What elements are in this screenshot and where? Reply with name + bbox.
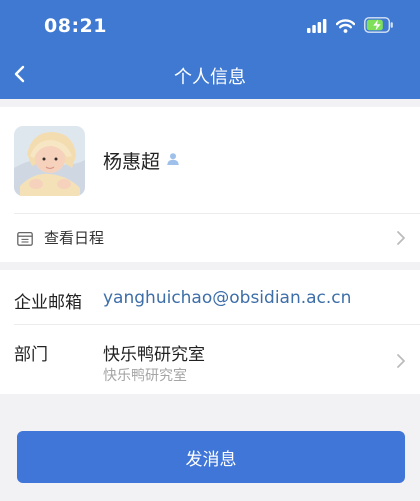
battery-charging-icon: [364, 17, 394, 37]
department-value: 快乐鸭研究室: [103, 345, 205, 365]
status-time: 08:21: [44, 15, 107, 37]
info-card: 企业邮箱 yanghuichao@obsidian.ac.cn 部门 快乐鸭研究…: [0, 270, 420, 394]
email-label: 企业邮箱: [14, 293, 82, 313]
calendar-icon: [17, 231, 33, 250]
top-header: 08:21 个人信息: [0, 0, 420, 99]
profile-card: 杨惠超 查看日程: [0, 107, 420, 262]
wifi-icon: [335, 18, 356, 37]
view-schedule-label: 查看日程: [44, 229, 105, 247]
status-icons: [307, 17, 394, 37]
page-title: 个人信息: [174, 67, 246, 88]
divider: [14, 324, 420, 325]
user-badge-icon: [166, 151, 180, 170]
email-value[interactable]: yanghuichao@obsidian.ac.cn: [103, 288, 351, 308]
view-schedule-row[interactable]: 查看日程: [0, 214, 420, 262]
chevron-right-icon: [396, 353, 406, 373]
department-subtitle: 快乐鸭研究室: [103, 368, 187, 384]
department-label: 部门: [14, 345, 48, 365]
send-message-button[interactable]: 发消息: [17, 431, 405, 483]
signal-icon: [307, 18, 327, 37]
avatar: [14, 126, 85, 196]
profile-name: 杨惠超: [103, 151, 161, 173]
profile-name-row: 杨惠超: [103, 147, 180, 174]
chevron-right-icon: [396, 230, 406, 250]
